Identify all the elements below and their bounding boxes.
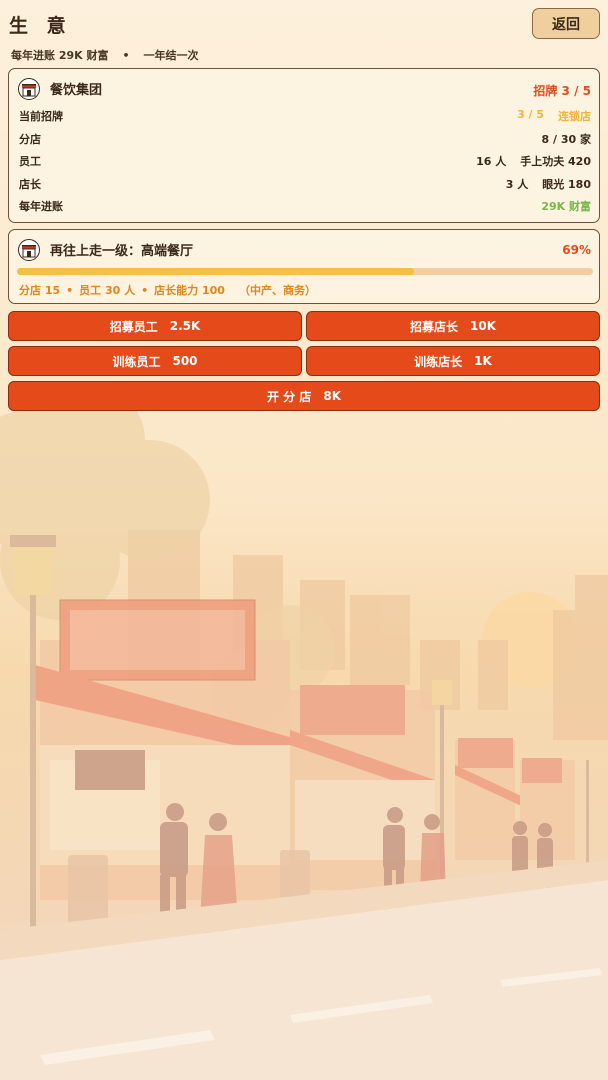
stat-value: 16 人	[476, 155, 507, 168]
req-branches: 分店 15	[19, 284, 61, 297]
stat-row-annual-income: 每年进账 29K 财富	[19, 198, 591, 214]
action-cost: 1K	[474, 354, 492, 368]
open-branch-button[interactable]: 开 分 店 8K	[8, 381, 600, 411]
stat-value: 手上功夫 420	[520, 155, 591, 168]
group-title: 餐饮集团	[50, 83, 103, 98]
business-group-card: 餐饮集团 招牌 3 / 5 当前招牌 3 / 5 连锁店 分店 8 / 30 家…	[8, 68, 600, 223]
action-label: 招募员工	[109, 319, 158, 334]
stat-value: 眼光 180	[542, 178, 591, 191]
action-cost: 10K	[470, 319, 496, 333]
req-staff: 员工 30 人	[79, 284, 136, 297]
next-level-card: 再往上走一级：高端餐厅 69% 分店 15 • 员工 30 人 • 店长能力 1…	[8, 229, 600, 304]
stat-row-current-sign: 当前招牌 3 / 5 连锁店	[19, 108, 591, 124]
annual-income-text: 每年进账 29K 财富	[11, 49, 109, 62]
action-label: 训练店长	[414, 354, 463, 369]
train-staff-button[interactable]: 训练员工 500	[8, 346, 302, 376]
req-separator: •	[141, 283, 149, 297]
progress-percent: 69%	[562, 243, 591, 257]
action-cost: 2.5K	[169, 319, 201, 333]
stat-value: 3 人	[505, 178, 529, 191]
separator-dot: •	[122, 48, 130, 62]
stat-label: 员工	[19, 155, 41, 168]
action-cost: 500	[172, 354, 198, 368]
shop-icon	[18, 239, 40, 261]
action-cost: 8K	[323, 389, 341, 403]
income-summary: 每年进账 29K 财富 • 一年结一次	[11, 47, 199, 63]
stat-value: 8 / 30 家	[541, 133, 591, 146]
upgrade-progress-fill	[17, 268, 415, 275]
action-label: 招募店长	[409, 319, 458, 334]
upgrade-progress-bar	[17, 268, 593, 275]
shop-icon	[18, 78, 40, 100]
recruit-staff-button[interactable]: 招募员工 2.5K	[8, 311, 302, 341]
req-manager: 店长能力 100	[154, 284, 225, 297]
stat-label: 每年进账	[19, 200, 63, 213]
page-title: 生 意	[9, 15, 72, 37]
settlement-cycle-text: 一年结一次	[143, 49, 199, 62]
stat-value: 连锁店	[558, 110, 591, 123]
sign-level-badge: 招牌 3 / 5	[533, 84, 591, 98]
req-separator: •	[66, 283, 74, 297]
stat-row-managers: 店长 3 人 眼光 180	[19, 176, 591, 192]
recruit-manager-button[interactable]: 招募店长 10K	[306, 311, 600, 341]
stat-value: 3 / 5	[517, 108, 544, 121]
stat-label: 分店	[19, 133, 41, 146]
back-button[interactable]: 返回	[532, 8, 600, 39]
action-label: 训练员工	[112, 354, 161, 369]
action-label: 开 分 店	[266, 389, 312, 404]
stat-label: 店长	[19, 178, 41, 191]
train-manager-button[interactable]: 训练店长 1K	[306, 346, 600, 376]
stat-label: 当前招牌	[19, 110, 63, 123]
upgrade-requirements: 分店 15 • 员工 30 人 • 店长能力 100 （中产、商务）	[19, 282, 316, 298]
next-level-title: 再往上走一级：高端餐厅	[50, 244, 194, 259]
req-tags: （中产、商务）	[238, 284, 316, 297]
stat-value: 29K 财富	[541, 200, 591, 213]
stat-row-branches: 分店 8 / 30 家	[19, 131, 591, 147]
stat-row-staff: 员工 16 人 手上功夫 420	[19, 153, 591, 169]
